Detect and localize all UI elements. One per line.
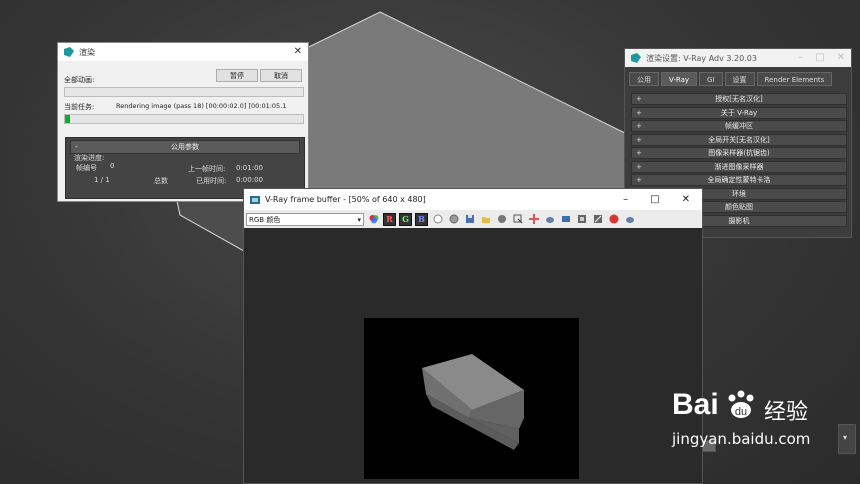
common-params-title: 公用参数 [171,143,199,151]
rollout-image-sampler[interactable]: + 图像采样器(抗锯齿) [631,147,847,159]
tab-common[interactable]: 公用 [629,72,659,86]
render-settings-tabs: 公用 V-Ray GI 设置 Render Elements [629,72,833,86]
task-progress-fill [65,115,70,123]
rollout-label: 授权[无名汉化] [715,95,763,103]
3dsmax-app-icon [64,47,74,57]
common-params-header[interactable]: - 公用参数 [70,140,300,154]
rollout-about-vray[interactable]: + 关于 V-Ray [631,106,847,119]
rollout-frame-buffer[interactable]: + 帧缓冲区 [631,120,847,132]
frame-number-value: 0 [110,162,115,170]
rollout-label: 渐进图像采样器 [714,162,764,171]
close-icon[interactable]: ✕ [294,47,302,57]
frame-buffer-title: V-Ray frame buffer - [50% of 640 x 480] [265,195,426,204]
baidu-paw-icon: du [724,390,758,424]
frame-buffer-canvas[interactable] [244,228,702,483]
history-icon[interactable] [559,213,572,226]
save-image-icon[interactable] [463,213,476,226]
rollout-label: 图像采样器(抗锯齿) [708,149,770,157]
render-progress-label: 渲染进度: [74,154,105,162]
close-icon[interactable]: ✕ [837,53,845,63]
maximize-icon[interactable]: □ [650,194,659,205]
prev-frame-time-label: 上一帧时间: [188,165,226,173]
minimize-icon[interactable]: – [623,194,628,205]
rollout-label: 颜色贴图 [725,203,753,211]
all-animation-label: 全部动画: [64,76,95,84]
rollout-global-switches[interactable]: + 全局开关[无名汉化] [631,133,847,146]
maximize-icon[interactable]: □ [815,53,824,63]
load-image-icon[interactable] [479,213,492,226]
3dsmax-app-icon [631,53,641,63]
total-label: 总数 [154,177,168,185]
baidu-brand-text: Bai [672,388,719,421]
frames-value: 1 / 1 [94,176,110,184]
baidu-url: jingyan.baidu.com [672,430,811,448]
stop-render-icon[interactable] [607,213,620,226]
minimize-icon[interactable]: – [798,53,803,63]
tab-settings[interactable]: 设置 [724,72,755,86]
channel-select[interactable]: RGB 颜色 ▾ [246,212,364,226]
vray-app-icon [250,195,260,205]
frame-buffer-titlebar: V-Ray frame buffer - [50% of 640 x 480] … [244,189,702,210]
tab-render-elements[interactable]: Render Elements [756,72,833,86]
clear-image-icon[interactable] [495,213,508,226]
svg-text:du: du [735,406,747,418]
task-progress-bar [64,114,304,124]
prev-frame-time-value: 0:01:00 [236,164,263,172]
elapsed-value: 0:00:00 [236,176,263,184]
blue-channel-button[interactable]: B [415,212,428,226]
all-animation-progress-bar [64,87,304,97]
render-icon[interactable] [623,213,636,226]
tab-vray[interactable]: V-Ray [661,72,698,86]
rollout-label: 环境 [732,189,746,198]
rollout-label: 帧缓冲区 [725,122,753,130]
dropdown-arrow-button[interactable]: ▾ [838,424,856,454]
render-dialog-title: 渲染 [79,47,95,57]
render-dialog-titlebar: 渲染 ✕ [58,43,308,61]
chevron-down-icon: ▾ [843,433,848,442]
render-teapot-icon[interactable] [543,213,556,226]
mono-icon[interactable] [447,213,460,226]
frame-buffer-toolbar: RGB 颜色 ▾ R G B [244,210,702,228]
track-mouse-icon[interactable] [527,213,540,226]
color-wheel-icon[interactable] [367,213,380,226]
current-task-label: 当前任务: [64,103,95,111]
cancel-button[interactable]: 取消 [260,69,302,82]
rollout-label: 全局开关[无名汉化] [708,135,770,144]
render-settings-title: 渲染设置: V-Ray Adv 3.20.03 [646,53,757,63]
chevron-down-icon: ▾ [357,215,361,224]
corrections-icon[interactable] [591,213,604,226]
rollout-dmc[interactable]: + 全局确定性蒙特卡洛 [631,174,847,186]
baidu-brand-suffix: 经验 [764,400,809,425]
lens-effects-icon[interactable] [575,213,588,226]
rollout-progressive-sampler[interactable]: + 渐进图像采样器 [631,160,847,173]
close-icon[interactable]: ✕ [682,194,690,205]
vray-frame-buffer-window: V-Ray frame buffer - [50% of 640 x 480] … [243,188,703,484]
alpha-white-icon[interactable] [431,213,444,226]
render-progress-dialog: 渲染 ✕ 全部动画: 暂停 取消 当前任务: Rendering image (… [57,42,309,202]
rollout-license[interactable]: + 授权[无名汉化] [631,93,847,105]
current-task-value: Rendering image (pass 18) [00:00:02.0] [… [116,102,287,110]
rollout-label: 摄影机 [728,216,750,225]
region-render-icon[interactable] [511,213,524,226]
rendered-box [422,354,524,450]
elapsed-label: 已用时间: [196,177,227,185]
render-settings-titlebar: 渲染设置: V-Ray Adv 3.20.03 – □ ✕ [625,49,851,67]
baidu-watermark: Bai du 经验 jingyan.baidu.com [672,388,810,448]
channel-select-value: RGB 颜色 [249,215,281,224]
rollout-label: 全局确定性蒙特卡洛 [707,176,771,184]
rendered-image [364,318,579,479]
red-channel-button[interactable]: R [383,212,396,226]
green-channel-button[interactable]: G [399,212,412,226]
frame-number-label: 帧编号 [76,164,97,172]
tab-gi[interactable]: GI [699,72,723,86]
rollout-label: 关于 V-Ray [720,108,758,117]
pause-button[interactable]: 暂停 [216,69,258,82]
